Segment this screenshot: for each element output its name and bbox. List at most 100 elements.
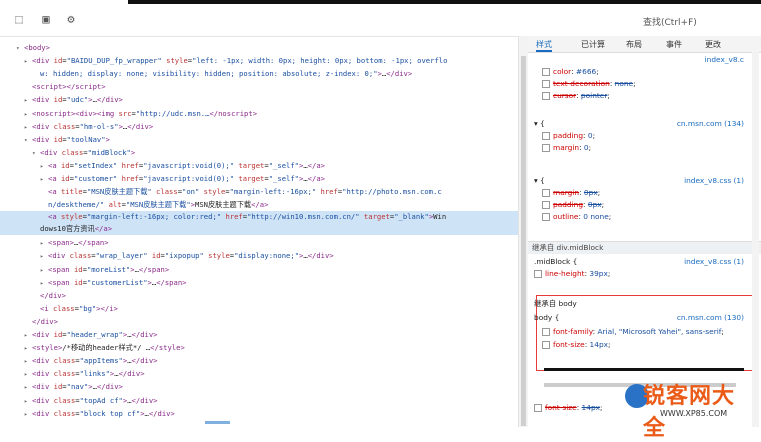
dom-node-line[interactable]: <a title="MSN皮肤主题下载" class="on" style="m…	[0, 185, 527, 198]
dom-node-line[interactable]: w: hidden; display: none; visibility: hi…	[0, 67, 527, 80]
dom-node-line[interactable]: ▸ <div id="BAIDU_DUP_fp_wrapper" style="l…	[0, 54, 527, 67]
dom-node-line[interactable]: </div>	[0, 315, 527, 328]
tab-0[interactable]: 样式	[536, 39, 552, 52]
tab-4[interactable]: 更改	[705, 39, 721, 50]
style-property[interactable]: margin: 0px;	[542, 187, 760, 198]
tab-2[interactable]: 布局	[626, 39, 642, 50]
expand-toggle-icon[interactable]: ▸	[24, 368, 32, 380]
expand-toggle-icon[interactable]: ▸	[24, 329, 32, 341]
property-checkbox[interactable]	[542, 189, 550, 197]
expand-toggle-icon[interactable]: ▸	[40, 237, 48, 249]
style-property[interactable]: padding: 0px;	[542, 199, 760, 210]
style-property[interactable]: color: #666;	[542, 66, 760, 77]
tab-3[interactable]: 事件	[666, 39, 682, 50]
expand-toggle-icon[interactable]: ▸	[24, 342, 32, 354]
property-checkbox[interactable]	[542, 132, 550, 140]
dom-node-line[interactable]: ▸ <span>…</span>	[0, 236, 527, 249]
body-link[interactable]: cn.msn.com (130)	[677, 312, 744, 323]
search-input[interactable]: 查找(Ctrl+F)	[643, 15, 755, 31]
horizontal-scroll-thumb[interactable]	[205, 421, 230, 424]
style-property[interactable]: font-size: 14px;	[542, 339, 760, 350]
dom-node-line[interactable]: <script></script>	[0, 80, 527, 93]
dom-node-line[interactable]: n/desktheme/" alt="MSN皮肤主题下载">MSN皮肤主题下载<…	[0, 198, 527, 211]
dom-node-line[interactable]: ▸ <noscript><div><img src="http://udc.msn…	[0, 107, 527, 120]
style-property[interactable]: text-decoration: none;	[542, 78, 760, 89]
expand-toggle-icon[interactable]: ▾	[16, 42, 24, 54]
expand-toggle-icon[interactable]: ▸	[24, 55, 32, 67]
expand-toggle-icon[interactable]: ▸	[24, 121, 32, 133]
property-value[interactable]: 0	[588, 131, 593, 140]
style-source-link[interactable]: index_v8.ca:	[534, 54, 752, 65]
expand-toggle-icon[interactable]: ▾	[32, 147, 40, 159]
property-checkbox[interactable]	[542, 201, 550, 209]
expand-toggle-icon[interactable]: ▸	[24, 108, 32, 120]
expand-toggle-icon[interactable]: ▸	[24, 408, 32, 420]
property-value[interactable]: Arial, "Microsoft Yahei", sans-serif	[598, 327, 722, 336]
expand-toggle-icon[interactable]: ▸	[24, 94, 32, 106]
dom-node-line[interactable]: ▸ <div id="header_wrap">…</div>	[0, 328, 527, 341]
style-property[interactable]: margin: 0;	[542, 142, 760, 153]
dom-node-line[interactable]: ▸ <a id="customer" href="javascript:void(…	[0, 172, 527, 185]
property-checkbox[interactable]	[542, 341, 550, 349]
tab-1[interactable]: 已计算	[581, 39, 605, 50]
property-checkbox[interactable]	[542, 80, 550, 88]
property-checkbox[interactable]	[542, 68, 550, 76]
property-value[interactable]: 0 none	[583, 212, 609, 221]
property-value[interactable]: 0	[584, 143, 589, 152]
dom-node-line[interactable]: ▸ <div class="wrap_layer" id="ixpopup" st…	[0, 249, 527, 262]
dom-node-line[interactable]: </div>	[0, 289, 527, 302]
dom-node-line[interactable]: ▸ <div class="links">…</div>	[0, 367, 527, 380]
property-checkbox[interactable]	[542, 92, 550, 100]
expand-toggle-icon[interactable]: ▸	[24, 381, 32, 393]
dom-node-line[interactable]: ▸ <div class="topAd cf">…</div>	[0, 394, 527, 407]
dom-node-line[interactable]: ▸ <div class="appItems">…</div>	[0, 354, 527, 367]
inherited-midblock-header: 继承自 div.midBlock	[528, 241, 761, 254]
styles-scrollbar[interactable]	[752, 52, 759, 427]
dom-node-line[interactable]: ▸ <div id="udc">…</div>	[0, 93, 527, 106]
dom-node-line[interactable]: <i class="bg"></i>	[0, 302, 527, 315]
dom-node-line[interactable]: ▸ <a id="setIndex" href="javascript:void(…	[0, 159, 527, 172]
property-checkbox[interactable]	[542, 213, 550, 221]
style-property[interactable]: font-family: Arial, "Microsoft Yahei", s…	[542, 326, 760, 337]
expand-toggle-icon[interactable]: ▸	[24, 395, 32, 407]
scroll-thumb[interactable]	[521, 56, 526, 426]
inspect-icon[interactable]: ⬚	[12, 12, 26, 26]
property-checkbox[interactable]	[542, 328, 550, 336]
style-property[interactable]: padding: 0;	[542, 130, 760, 141]
dom-node-line[interactable]: ▸ <div class="block top cf">…</div>	[0, 407, 527, 420]
property-value[interactable]: none	[615, 79, 633, 88]
dom-node-line[interactable]: ▸ <div class="hm-ol-s">…</div>	[0, 120, 527, 133]
style-property[interactable]: cursor: pointer;	[542, 90, 760, 101]
dom-node-line[interactable]: ▸ <span id="moreList">…</span>	[0, 263, 527, 276]
dom-node-line[interactable]: <a style="margin-left:-16px; color:red;"…	[0, 211, 527, 236]
property-value[interactable]: 0px	[588, 200, 602, 209]
rule2-link[interactable]: cn.msn.com (134)	[677, 118, 744, 129]
expand-toggle-icon[interactable]: ▸	[40, 160, 48, 172]
dom-node-line[interactable]: ▸ <div id="nav">…</div>	[0, 380, 527, 393]
dom-node-text: <body>	[24, 43, 50, 52]
rule3-link[interactable]: index_v8.css (1)	[684, 175, 744, 186]
dom-node-line[interactable]: ▸ <style>/*移动的header样式*/ …</style>	[0, 341, 527, 354]
expand-toggle-icon[interactable]: ▸	[40, 277, 48, 289]
property-value[interactable]: pointer	[581, 91, 607, 100]
expand-toggle-icon[interactable]: ▸	[40, 173, 48, 185]
dom-node-line[interactable]: ▾ <body>	[0, 41, 527, 54]
console-toggle-icon[interactable]: ▣	[39, 12, 53, 26]
midblock-link[interactable]: index_v8.css (1)	[684, 256, 744, 267]
expand-toggle-icon[interactable]: ▸	[40, 250, 48, 262]
settings-icon[interactable]: ⚙	[64, 12, 78, 26]
expand-toggle-icon[interactable]: ▸	[40, 264, 48, 276]
property-value[interactable]: 14px	[590, 340, 608, 349]
property-value[interactable]: #666	[576, 67, 596, 76]
property-name: padding	[553, 200, 584, 209]
expand-toggle-icon[interactable]: ▾	[24, 134, 32, 146]
dom-node-line[interactable]: ▾ <div id="toolNav">	[0, 133, 527, 146]
property-value[interactable]: 0px	[584, 188, 598, 197]
dom-node-line[interactable]: ▾ <div class="midBlock">	[0, 146, 527, 159]
property-checkbox[interactable]	[542, 144, 550, 152]
dom-node-line[interactable]: ▸ <span id="customerList">…</span>	[0, 276, 527, 289]
midblock-property[interactable]: line-height: 39px;	[534, 268, 752, 279]
style-property[interactable]: outline: 0 none;	[542, 211, 760, 222]
dom-scrollbar[interactable]	[518, 36, 528, 427]
expand-toggle-icon[interactable]: ▸	[24, 355, 32, 367]
